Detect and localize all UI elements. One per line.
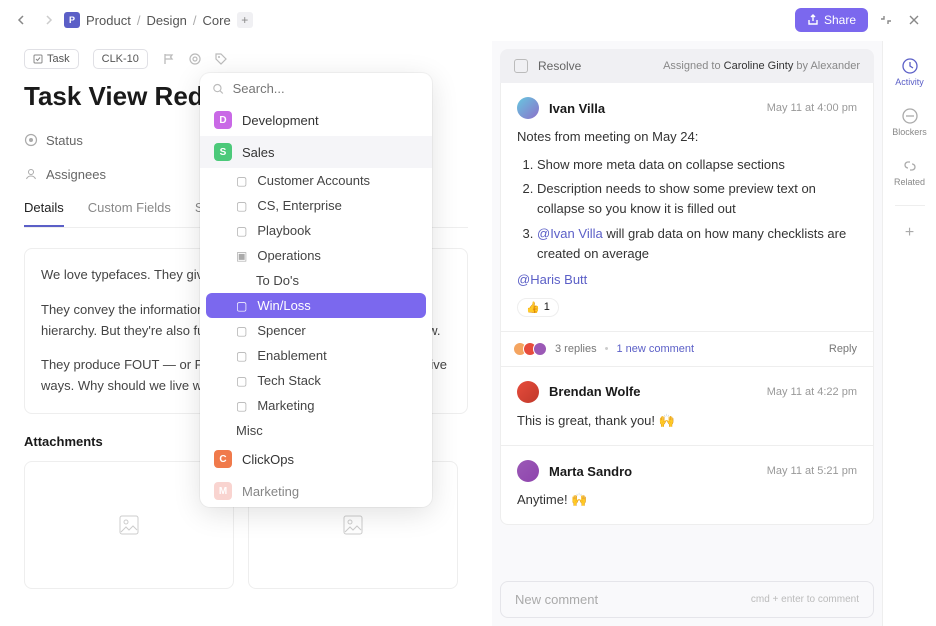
- avatar: [517, 381, 539, 403]
- sidebar-tab-blockers[interactable]: Blockers: [883, 103, 936, 141]
- list-item-todos[interactable]: To Do's: [200, 268, 432, 293]
- folder-item-enablement[interactable]: ▢Enablement: [200, 343, 432, 368]
- tab-custom-fields[interactable]: Custom Fields: [88, 200, 171, 227]
- comment-author-name: Marta Sandro: [549, 464, 632, 479]
- comment-body: Notes from meeting on May 24: Show more …: [517, 127, 857, 290]
- list-item-misc[interactable]: Misc: [200, 418, 432, 443]
- tag-icon[interactable]: [214, 52, 228, 66]
- folder-icon: ▢: [236, 299, 247, 313]
- blockers-icon: [901, 107, 919, 125]
- folder-icon: ▢: [236, 399, 247, 413]
- breadcrumb-add-button[interactable]: +: [237, 12, 253, 28]
- breadcrumb-list[interactable]: Core: [203, 13, 231, 28]
- folder-icon: ▢: [236, 174, 247, 188]
- nav-forward-button[interactable]: [38, 10, 58, 30]
- share-button[interactable]: Share: [795, 8, 868, 32]
- reply-button[interactable]: Reply: [829, 343, 857, 355]
- folder-icon: ▢: [236, 199, 247, 213]
- folder-item-operations[interactable]: ▣Operations: [200, 243, 432, 268]
- sidebar-add-button[interactable]: +: [883, 220, 936, 246]
- target-icon[interactable]: [188, 52, 202, 66]
- breadcrumb-folder[interactable]: Design: [146, 13, 186, 28]
- activity-icon: [901, 57, 919, 75]
- composer-hint: cmd + enter to comment: [751, 594, 859, 605]
- status-label: Status: [24, 133, 114, 148]
- folder-item-marketing[interactable]: ▢Marketing: [200, 393, 432, 418]
- minimize-icon[interactable]: [876, 10, 896, 30]
- flag-icon[interactable]: [162, 52, 176, 66]
- comment: Marta Sandro May 11 at 5:21 pm Anytime! …: [501, 445, 873, 524]
- folder-icon: ▢: [236, 374, 247, 388]
- space-icon: C: [214, 450, 232, 468]
- folder-item-playbook[interactable]: ▢Playbook: [200, 218, 432, 243]
- dropdown-search-input[interactable]: [233, 81, 420, 96]
- tab-details[interactable]: Details: [24, 200, 64, 227]
- comment-timestamp: May 11 at 5:21 pm: [767, 465, 857, 477]
- comment: Ivan Villa May 11 at 4:00 pm Notes from …: [501, 83, 873, 331]
- folder-icon: ▢: [236, 324, 247, 338]
- reaction-chip[interactable]: 👍 1: [517, 298, 559, 317]
- folder-item-tech-stack[interactable]: ▢Tech Stack: [200, 368, 432, 393]
- assignees-label: Assignees: [24, 167, 114, 182]
- comment-timestamp: May 11 at 4:22 pm: [767, 386, 857, 398]
- space-icon: P: [64, 12, 80, 28]
- thumbs-up-icon: 👍: [526, 301, 540, 314]
- folder-open-icon: ▣: [236, 249, 247, 263]
- space-item-development[interactable]: D Development: [200, 104, 432, 136]
- comment-author-name: Ivan Villa: [549, 101, 605, 116]
- sidebar-tab-related[interactable]: Related: [883, 153, 936, 191]
- new-comment-indicator[interactable]: 1 new comment: [616, 343, 694, 355]
- space-item-marketing[interactable]: M Marketing: [200, 475, 432, 507]
- avatar: [517, 97, 539, 119]
- composer-placeholder: New comment: [515, 592, 598, 607]
- space-icon: S: [214, 143, 232, 161]
- nav-back-button[interactable]: [12, 10, 32, 30]
- related-icon: [901, 157, 919, 175]
- comment-body: This is great, thank you! 🙌: [517, 411, 857, 431]
- comment: Brendan Wolfe May 11 at 4:22 pm This is …: [501, 366, 873, 445]
- breadcrumb-space[interactable]: Product: [86, 13, 131, 28]
- folder-item-customer-accounts[interactable]: ▢Customer Accounts: [200, 168, 432, 193]
- space-item-clickops[interactable]: C ClickOps: [200, 443, 432, 475]
- folder-icon: ▢: [236, 349, 247, 363]
- replies-count[interactable]: 3 replies: [555, 343, 597, 355]
- mention[interactable]: @Ivan Villa: [537, 226, 603, 241]
- mention[interactable]: @Haris Butt: [517, 272, 587, 287]
- resolve-checkbox[interactable]: [514, 59, 528, 73]
- comment-composer[interactable]: New comment cmd + enter to comment: [500, 581, 874, 618]
- breadcrumb: P Product / Design / Core +: [64, 12, 253, 28]
- resolve-label: Resolve: [538, 59, 581, 73]
- folder-item-cs-enterprise[interactable]: ▢CS, Enterprise: [200, 193, 432, 218]
- assigned-indicator: Assigned to Caroline Ginty by Alexander: [663, 60, 860, 72]
- location-picker-dropdown: D Development S Sales ▢Customer Accounts…: [200, 73, 432, 507]
- sidebar-tab-activity[interactable]: Activity: [883, 53, 936, 91]
- comment-author-name: Brendan Wolfe: [549, 384, 641, 399]
- list-item-winloss[interactable]: ▢Win/Loss: [206, 293, 426, 318]
- space-icon: D: [214, 111, 232, 129]
- task-id-chip[interactable]: CLK-10: [93, 49, 148, 69]
- comment-timestamp: May 11 at 4:00 pm: [767, 102, 857, 114]
- space-item-sales[interactable]: S Sales: [200, 136, 432, 168]
- space-icon: M: [214, 482, 232, 500]
- reply-avatars: [517, 342, 547, 356]
- task-type-chip[interactable]: Task: [24, 49, 79, 69]
- folder-icon: ▢: [236, 224, 247, 238]
- comment-body: Anytime! 🙌: [517, 490, 857, 510]
- close-icon[interactable]: [904, 10, 924, 30]
- plus-icon: +: [905, 224, 914, 242]
- avatar: [517, 460, 539, 482]
- folder-item-spencer[interactable]: ▢Spencer: [200, 318, 432, 343]
